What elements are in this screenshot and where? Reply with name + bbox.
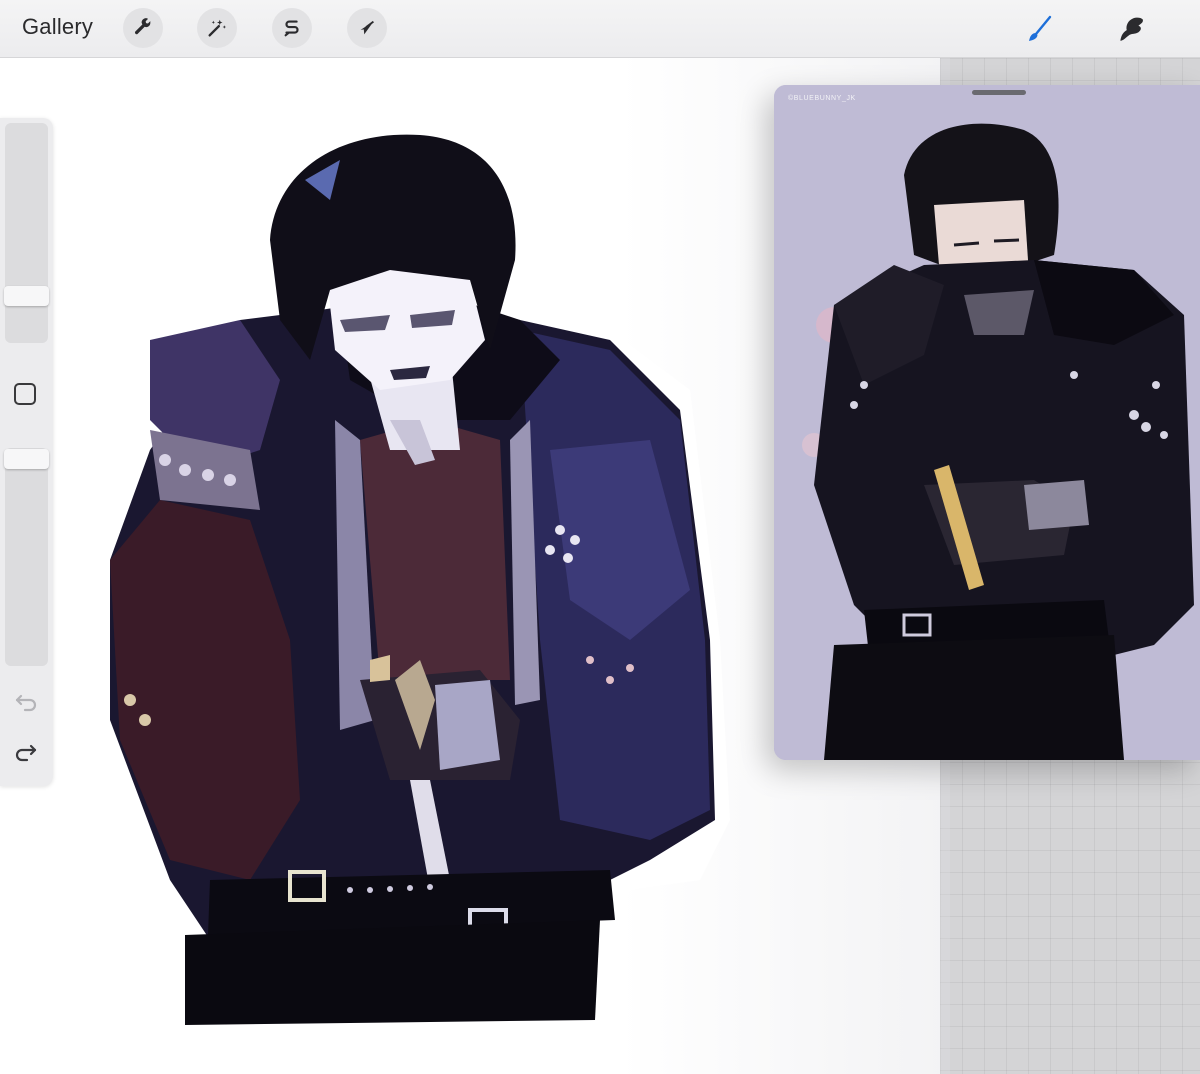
top-toolbar: Gallery [0,0,1200,58]
brush-size-thumb[interactable] [4,286,49,306]
actions-button[interactable] [123,8,163,48]
reference-photo [774,85,1200,760]
transform-button[interactable] [347,8,387,48]
left-sidebar [0,118,53,786]
modify-button[interactable] [14,383,36,405]
adjustments-button[interactable] [197,8,237,48]
brush-size-slider[interactable] [5,123,48,343]
arrow-cursor-icon [360,20,374,35]
opacity-thumb[interactable] [4,449,49,469]
reference-watermark: ©BLUEBUNNY_JK [788,95,856,102]
opacity-slider[interactable] [5,448,48,666]
selection-button[interactable] [272,8,312,48]
gallery-button[interactable]: Gallery [22,14,93,40]
smudge-icon [1120,17,1143,41]
artwork-illustration[interactable] [90,120,750,1040]
reference-window[interactable]: ©BLUEBUNNY_JK [774,85,1200,760]
reference-drag-handle[interactable] [972,90,1026,95]
selection-s-icon [284,20,299,37]
undo-icon[interactable] [13,688,39,714]
brush-tool-button[interactable] [1020,10,1058,48]
brush-icon [1029,15,1052,41]
redo-icon[interactable] [13,738,39,764]
wrench-icon [134,18,151,35]
smudge-tool-button[interactable] [1112,10,1150,48]
magic-wand-icon [208,19,227,37]
